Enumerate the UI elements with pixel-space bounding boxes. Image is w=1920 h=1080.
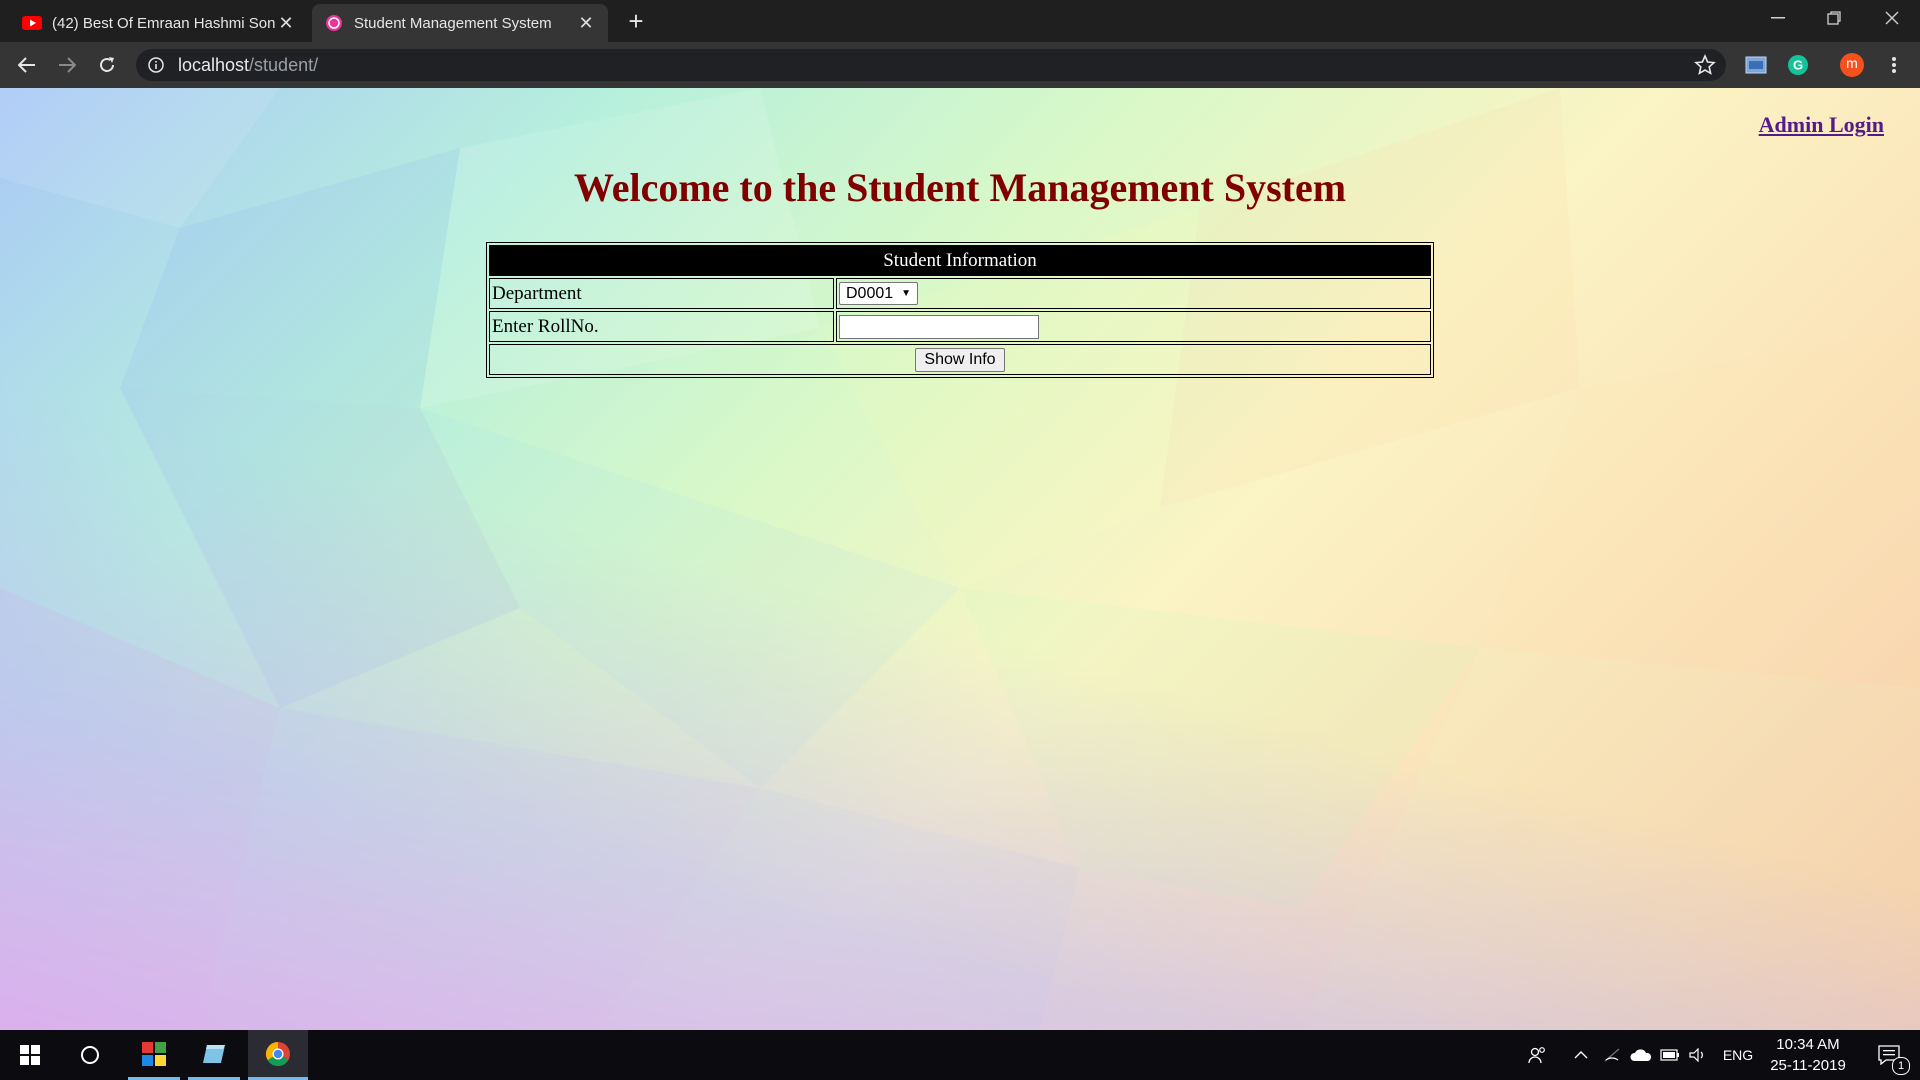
- tray-chevron-up-icon[interactable]: [1566, 1030, 1596, 1080]
- people-icon[interactable]: [1520, 1030, 1556, 1080]
- button-cell: Show Info: [489, 344, 1431, 375]
- notification-count-badge: 1: [1892, 1057, 1910, 1075]
- cortana-search-icon[interactable]: [60, 1030, 120, 1080]
- volume-icon[interactable]: [1686, 1030, 1710, 1080]
- taskbar-chrome-icon[interactable]: [248, 1030, 308, 1080]
- close-tab-icon[interactable]: ✕: [276, 13, 296, 34]
- bookmark-star-icon[interactable]: [1694, 53, 1716, 76]
- table-row: Enter RollNo.: [489, 311, 1431, 342]
- url-text: localhost/student/: [178, 55, 319, 75]
- extension-screenshot-icon[interactable]: [1744, 53, 1768, 77]
- table-row: Department D0001 ▼: [489, 278, 1431, 309]
- tab-youtube[interactable]: (42) Best Of Emraan Hashmi Songs ✕: [10, 4, 308, 42]
- youtube-icon: [22, 13, 42, 33]
- taskbar-notes-app-icon[interactable]: [188, 1030, 240, 1080]
- onedrive-icon[interactable]: [1628, 1030, 1654, 1080]
- restore-button[interactable]: [1806, 0, 1862, 36]
- tab-title: (42) Best Of Emraan Hashmi Songs: [52, 14, 276, 32]
- forward-button[interactable]: [52, 50, 82, 80]
- grammarly-icon[interactable]: G: [1786, 53, 1810, 77]
- new-tab-button[interactable]: +: [622, 6, 650, 36]
- site-favicon-icon: [324, 13, 344, 33]
- background-tint: [0, 88, 1920, 1030]
- minimize-button[interactable]: [1750, 0, 1806, 36]
- system-clock[interactable]: 10:34 AM 25-11-2019: [1758, 1034, 1858, 1076]
- clock-date: 25-11-2019: [1770, 1057, 1846, 1074]
- department-select[interactable]: D0001 ▼: [839, 282, 919, 306]
- browser-toolbar: localhost/student/ G m: [0, 42, 1920, 88]
- svg-text:G: G: [1793, 58, 1803, 73]
- windows-taskbar: ENG 10:34 AM 25-11-2019 1: [0, 1030, 1920, 1080]
- page-viewport: Admin Login Welcome to the Student Manag…: [0, 88, 1920, 1030]
- page-title: Welcome to the Student Management System: [573, 165, 1347, 210]
- address-bar[interactable]: localhost/student/: [136, 49, 1726, 81]
- rollno-cell: [836, 311, 1431, 342]
- start-button[interactable]: [0, 1030, 60, 1080]
- tab-title: Student Management System: [354, 14, 552, 32]
- table-header: Student Information: [489, 245, 1431, 276]
- close-tab-icon[interactable]: ✕: [576, 13, 596, 34]
- menu-kebab-icon[interactable]: [1882, 53, 1906, 77]
- language-indicator[interactable]: ENG: [1718, 1030, 1758, 1080]
- back-button[interactable]: [12, 50, 42, 80]
- reload-button[interactable]: [92, 50, 122, 80]
- taskbar-app-store-icon[interactable]: [128, 1030, 180, 1080]
- rollno-label: Enter RollNo.: [489, 311, 834, 342]
- wifi-icon[interactable]: [1600, 1030, 1624, 1080]
- department-cell: D0001 ▼: [836, 278, 1431, 309]
- browser-tab-strip: (42) Best Of Emraan Hashmi Songs ✕ Stude…: [0, 0, 1920, 42]
- student-info-table: Student Information Department D0001 ▼ E…: [486, 242, 1434, 378]
- clock-time: 10:34 AM: [1776, 1036, 1840, 1053]
- site-info-icon[interactable]: [148, 57, 164, 73]
- show-info-button[interactable]: Show Info: [915, 347, 1005, 372]
- close-window-button[interactable]: [1864, 0, 1920, 36]
- table-row: Show Info: [489, 344, 1431, 375]
- profile-avatar[interactable]: m: [1840, 53, 1864, 77]
- action-center-icon[interactable]: 1: [1864, 1030, 1914, 1080]
- department-label: Department: [489, 278, 834, 309]
- dropdown-arrow-icon: ▼: [901, 288, 912, 300]
- department-selected-value: D0001: [846, 284, 894, 302]
- admin-login-link[interactable]: Admin Login: [1759, 112, 1884, 138]
- profile-initial: m: [1846, 55, 1858, 71]
- battery-icon[interactable]: [1658, 1030, 1682, 1080]
- tab-student-management[interactable]: Student Management System ✕: [312, 4, 608, 42]
- rollno-input[interactable]: [839, 314, 1039, 339]
